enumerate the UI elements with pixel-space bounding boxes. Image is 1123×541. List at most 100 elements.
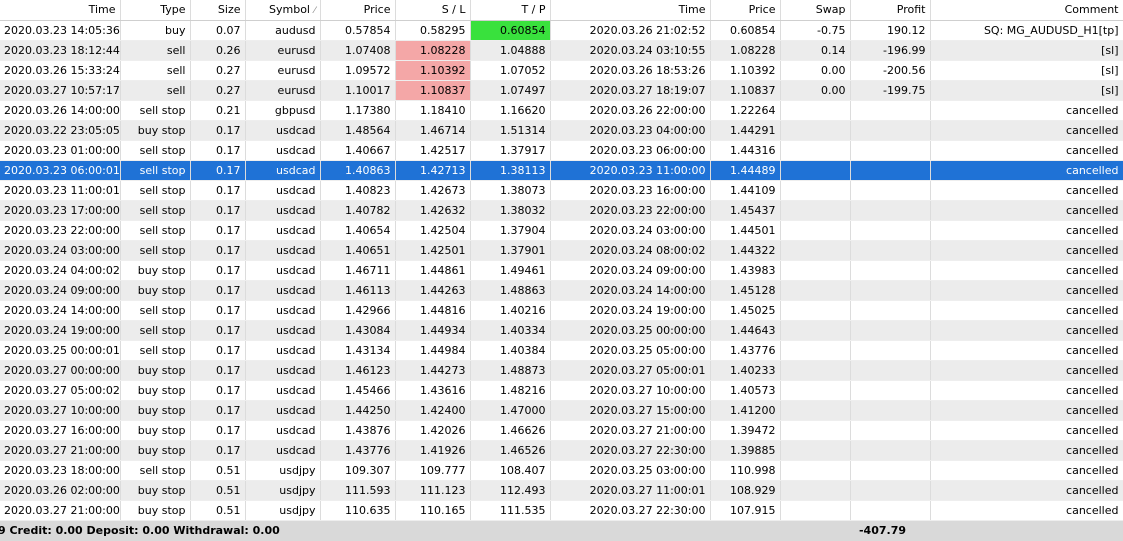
cell-profit [850, 180, 931, 201]
table-row[interactable]: 2020.03.23 14:05:36 buy 0.07 audusd 0.57854 0… [0, 20, 1123, 41]
cell-symbol: usdcad [245, 240, 321, 261]
cell-close-price: 1.45025 [710, 300, 781, 321]
cell-symbol: audusd [245, 20, 321, 41]
cell-close-price: 1.40233 [710, 360, 781, 381]
col-sl-header[interactable]: S / L [395, 0, 471, 21]
cell-profit [850, 480, 931, 501]
col-price-header[interactable]: Price [320, 0, 396, 21]
col-symbol-header[interactable]: Symbol ⁄ [245, 0, 321, 21]
cell-open-time: 2020.03.24 09:00:00 [0, 280, 121, 301]
table-row[interactable]: 2020.03.27 21:00:00 buy stop 0.17 usdcad 1.4… [0, 440, 1123, 461]
cell-close-time: 2020.03.27 10:00:00 [550, 380, 711, 401]
cell-sl: 1.42517 [395, 140, 471, 161]
cell-price: 1.07408 [320, 40, 396, 61]
cell-open-time: 2020.03.26 15:33:24 [0, 60, 121, 81]
col-tp-header[interactable]: T / P [470, 0, 551, 21]
cell-comment: SQ: MG_AUDUSD_H1[tp] [930, 20, 1123, 41]
cell-tp: 1.46626 [470, 420, 551, 441]
cell-price: 1.46711 [320, 260, 396, 281]
col-swap-header[interactable]: Swap [780, 0, 851, 21]
cell-size: 0.17 [190, 320, 246, 341]
cell-sl: 1.42504 [395, 220, 471, 241]
cell-comment: cancelled [930, 140, 1123, 161]
table-row[interactable]: 2020.03.27 21:00:00 buy stop 0.51 usdjpy 110… [0, 500, 1123, 521]
cell-size: 0.51 [190, 480, 246, 501]
table-row[interactable]: 2020.03.26 14:00:00 sell stop 0.21 gbpusd 1.… [0, 100, 1123, 121]
cell-tp: 1.40334 [470, 320, 551, 341]
table-row[interactable]: 2020.03.24 09:00:00 buy stop 0.17 usdcad 1.4… [0, 280, 1123, 301]
cell-close-price: 1.43983 [710, 260, 781, 281]
cell-close-price: 1.44501 [710, 220, 781, 241]
cell-close-price: 1.44489 [710, 160, 781, 181]
table-row[interactable]: 2020.03.23 18:12:44 sell 0.26 eurusd 1.07408… [0, 40, 1123, 61]
cell-symbol: usdcad [245, 160, 321, 181]
table-row[interactable]: 2020.03.24 19:00:00 sell stop 0.17 usdcad 1.… [0, 320, 1123, 341]
col-symbol-label: Symbol [269, 3, 310, 17]
cell-close-price: 1.44322 [710, 240, 781, 261]
cell-swap [780, 240, 851, 261]
cell-swap [780, 180, 851, 201]
cell-type: sell stop [120, 320, 191, 341]
cell-profit [850, 340, 931, 361]
table-row[interactable]: 2020.03.24 03:00:00 sell stop 0.17 usdcad 1.… [0, 240, 1123, 261]
cell-open-time: 2020.03.24 19:00:00 [0, 320, 121, 341]
cell-open-time: 2020.03.27 21:00:00 [0, 440, 121, 461]
table-row[interactable]: 2020.03.27 10:57:17 sell 0.27 eurusd 1.10017… [0, 80, 1123, 101]
cell-type: buy stop [120, 360, 191, 381]
cell-size: 0.17 [190, 260, 246, 281]
cell-size: 0.17 [190, 360, 246, 381]
cell-swap [780, 340, 851, 361]
table-row[interactable]: 2020.03.27 10:00:00 buy stop 0.17 usdcad 1.4… [0, 400, 1123, 421]
table-row[interactable]: 2020.03.22 23:05:05 buy stop 0.17 usdcad 1.4… [0, 120, 1123, 141]
cell-type: buy stop [120, 420, 191, 441]
col-close-price-header[interactable]: Price [710, 0, 781, 21]
cell-close-time: 2020.03.27 22:30:00 [550, 440, 711, 461]
cell-comment: cancelled [930, 480, 1123, 501]
cell-price: 109.307 [320, 460, 396, 481]
table-row[interactable]: 2020.03.25 00:00:01 sell stop 0.17 usdcad 1.… [0, 340, 1123, 361]
table-row[interactable]: 2020.03.26 15:33:24 sell 0.27 eurusd 1.09572… [0, 60, 1123, 81]
cell-swap [780, 200, 851, 221]
cell-open-time: 2020.03.27 10:57:17 [0, 80, 121, 101]
table-row[interactable]: 2020.03.26 02:00:00 buy stop 0.51 usdjpy 111… [0, 480, 1123, 501]
table-row[interactable]: 2020.03.24 04:00:02 buy stop 0.17 usdcad 1.4… [0, 260, 1123, 281]
cell-open-time: 2020.03.23 22:00:00 [0, 220, 121, 241]
cell-symbol: usdjpy [245, 500, 321, 521]
cell-sl: 1.42026 [395, 420, 471, 441]
table-row[interactable]: 2020.03.23 06:00:01 sell stop 0.17 usdcad 1.… [0, 160, 1123, 181]
col-comment-header[interactable]: Comment [930, 0, 1123, 21]
col-close-time-header[interactable]: Time [550, 0, 711, 21]
cell-comment: cancelled [930, 260, 1123, 281]
cell-type: sell stop [120, 220, 191, 241]
table-row[interactable]: 2020.03.23 22:00:00 sell stop 0.17 usdcad 1.… [0, 220, 1123, 241]
cell-close-time: 2020.03.25 00:00:00 [550, 320, 711, 341]
cell-price: 1.40863 [320, 160, 396, 181]
table-row[interactable]: 2020.03.23 11:00:01 sell stop 0.17 usdcad 1.… [0, 180, 1123, 201]
table-row[interactable]: 2020.03.27 00:00:00 buy stop 0.17 usdcad 1.4… [0, 360, 1123, 381]
col-type-header[interactable]: Type [120, 0, 191, 21]
cell-sl: 1.44984 [395, 340, 471, 361]
table-row[interactable]: 2020.03.27 16:00:00 buy stop 0.17 usdcad 1.4… [0, 420, 1123, 441]
cell-open-time: 2020.03.23 01:00:00 [0, 140, 121, 161]
table-row[interactable]: 2020.03.23 17:00:00 sell stop 0.17 usdcad 1.… [0, 200, 1123, 221]
col-size-header[interactable]: Size [190, 0, 246, 21]
cell-comment: cancelled [930, 240, 1123, 261]
history-panel: Time Type Size Symbol ⁄ Price S / L T / P… [0, 0, 1123, 541]
table-row[interactable]: 2020.03.24 14:00:00 sell stop 0.17 usdcad 1.… [0, 300, 1123, 321]
col-profit-header[interactable]: Profit [850, 0, 931, 21]
col-open-time-header[interactable]: Time [0, 0, 121, 21]
cell-size: 0.17 [190, 340, 246, 361]
cell-price: 1.40782 [320, 200, 396, 221]
cell-symbol: usdcad [245, 300, 321, 321]
cell-sl: 1.46714 [395, 120, 471, 141]
cell-comment: cancelled [930, 320, 1123, 341]
table-row[interactable]: 2020.03.23 01:00:00 sell stop 0.17 usdcad 1.… [0, 140, 1123, 161]
cell-open-time: 2020.03.22 23:05:05 [0, 120, 121, 141]
cell-swap [780, 460, 851, 481]
cell-open-time: 2020.03.26 02:00:00 [0, 480, 121, 501]
table-row[interactable]: 2020.03.27 05:00:02 buy stop 0.17 usdcad 1.4… [0, 380, 1123, 401]
cell-close-price: 1.22264 [710, 100, 781, 121]
cell-open-time: 2020.03.27 10:00:00 [0, 400, 121, 421]
table-row[interactable]: 2020.03.23 18:00:00 sell stop 0.51 usdjpy 10… [0, 460, 1123, 481]
cell-open-time: 2020.03.26 14:00:00 [0, 100, 121, 121]
